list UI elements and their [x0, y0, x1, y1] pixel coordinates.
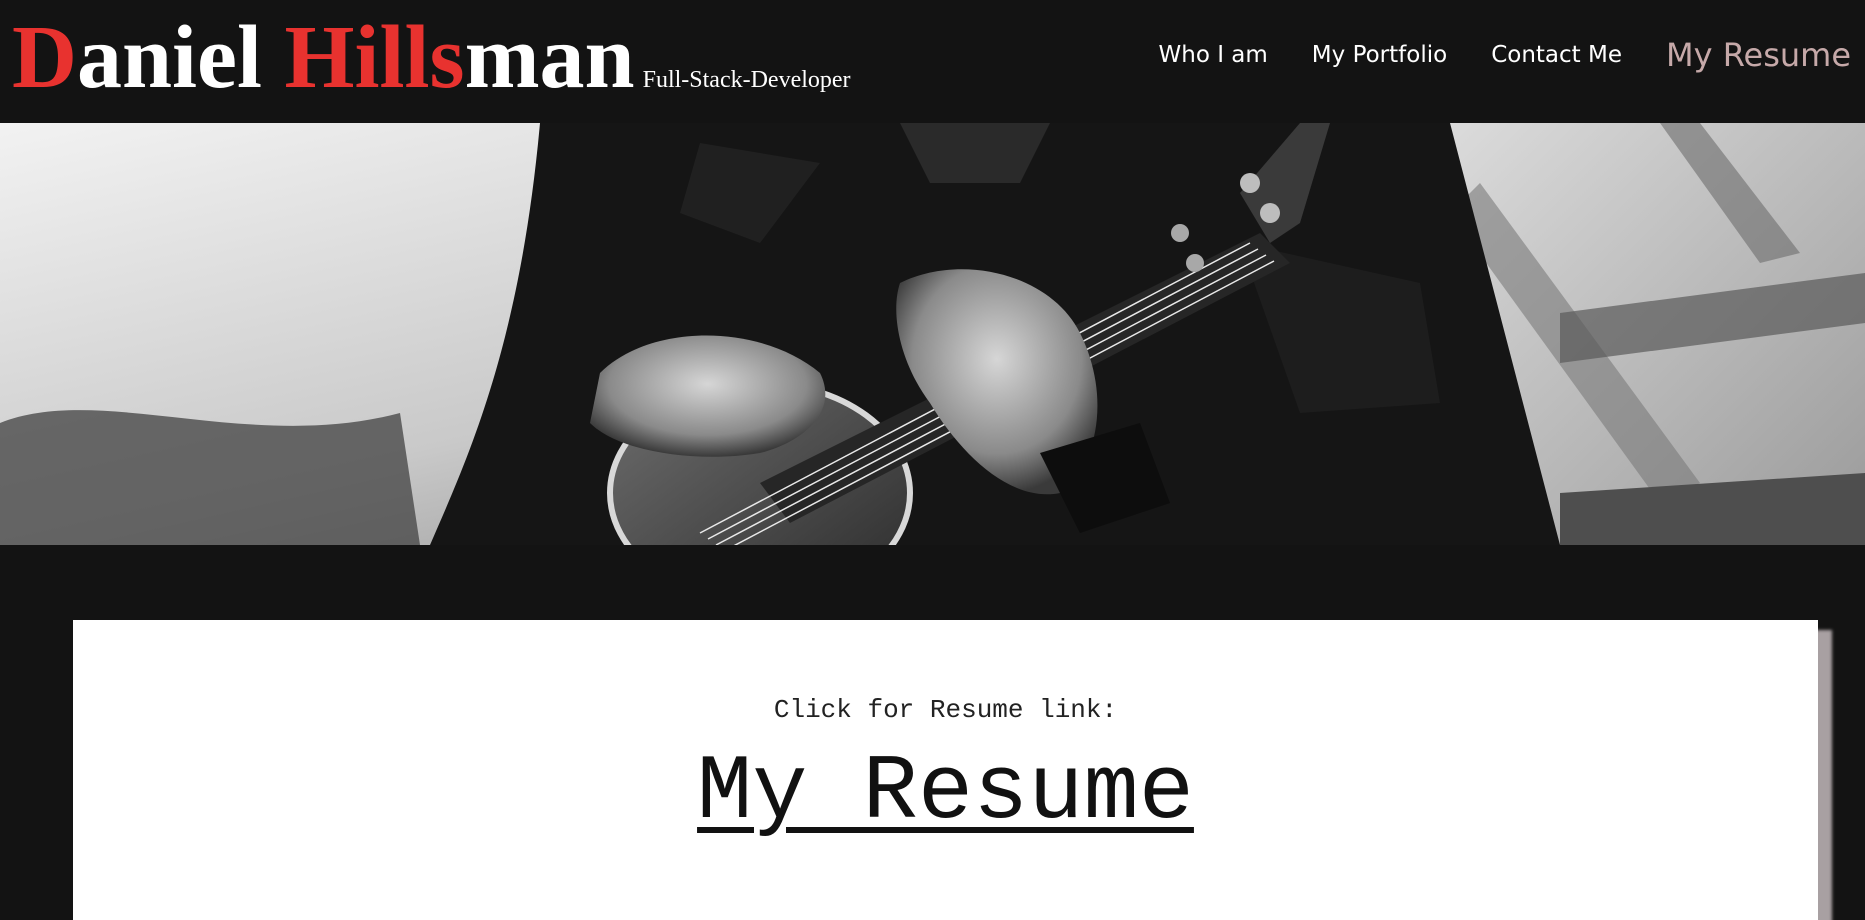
brand[interactable]: Daniel Hillsman Full-Stack-Developer	[12, 8, 851, 108]
resume-link[interactable]: My Resume	[73, 738, 1818, 848]
resume-card: Click for Resume link: My Resume	[73, 620, 1818, 920]
brand-tagline: Full-Stack-Developer	[642, 67, 851, 93]
brand-name-part: D	[12, 8, 77, 107]
nav-item-my-portfolio[interactable]: My Portfolio	[1312, 42, 1447, 68]
brand-name-part: man	[464, 8, 635, 107]
main-nav: Who I am My Portfolio Contact Me My Resu…	[1115, 0, 1852, 110]
nav-item-my-resume[interactable]: My Resume	[1666, 36, 1851, 74]
hero-banner	[0, 123, 1865, 545]
nav-item-who-i-am[interactable]: Who I am	[1159, 42, 1268, 68]
brand-name-part: Hills	[284, 8, 465, 107]
resume-link-label: Click for Resume link:	[773, 695, 1118, 725]
site-header: Daniel Hillsman Full-Stack-Developer Who …	[0, 0, 1865, 123]
nav-item-contact-me[interactable]: Contact Me	[1491, 42, 1622, 68]
brand-name-part: aniel	[77, 8, 285, 107]
ukulele-player-photo	[0, 123, 1865, 545]
brand-name: Daniel Hillsman	[12, 8, 635, 107]
